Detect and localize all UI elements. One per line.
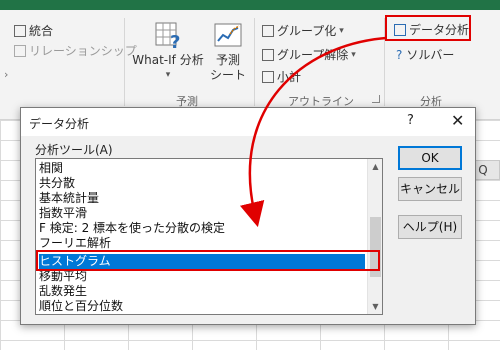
scroll-up-icon[interactable]: ▲ bbox=[368, 159, 382, 174]
forecast-sheet-button[interactable]: 予測 シート bbox=[206, 20, 250, 83]
list-item[interactable]: 基本統計量 bbox=[39, 191, 365, 206]
subtotal-button[interactable]: 小計 bbox=[262, 68, 301, 85]
consolidate-button[interactable]: 統合 bbox=[14, 22, 53, 39]
forecast-sheet-label-1: 予測 bbox=[215, 53, 240, 67]
whatif-dropdown-icon: ▾ bbox=[165, 70, 171, 80]
data-analysis-dialog: データ分析 ? ✕ 分析ツール(A) 相関 共分散 基本統計量 指数平滑 F 検… bbox=[20, 107, 476, 325]
solver-button[interactable]: ? ソルバー bbox=[396, 46, 454, 63]
subtotal-label: 小計 bbox=[277, 70, 302, 84]
list-item[interactable]: 相関 bbox=[39, 161, 365, 176]
ungroup-dropdown-icon: ▾ bbox=[351, 49, 356, 60]
close-icon[interactable]: ✕ bbox=[451, 111, 464, 130]
list-item[interactable]: フーリエ解析 bbox=[39, 236, 365, 251]
histogram-highlight bbox=[36, 250, 380, 271]
analysis-tools-label: 分析ツール(A) bbox=[35, 143, 113, 157]
analysis-tools-list[interactable]: 相関 共分散 基本統計量 指数平滑 F 検定: 2 標本を使った分散の検定 フー… bbox=[35, 158, 383, 315]
ungroup-icon bbox=[262, 48, 274, 61]
group-dropdown-icon: ▾ bbox=[339, 25, 344, 36]
whatif-icon: ? bbox=[152, 20, 184, 53]
svg-text:?: ? bbox=[170, 32, 180, 50]
ungroup-label: グループ解除 bbox=[277, 48, 349, 62]
whatif-analysis-button[interactable]: ? What-If 分析 ▾ bbox=[128, 20, 208, 83]
data-analysis-highlight bbox=[385, 15, 471, 41]
list-item[interactable]: 順位と百分位数 bbox=[39, 299, 365, 314]
dialog-titlebar: データ分析 ? ✕ bbox=[21, 108, 475, 136]
list-item[interactable]: 移動平均 bbox=[39, 269, 365, 284]
list-item[interactable]: 乱数発生 bbox=[39, 284, 365, 299]
relationships-button[interactable]: リレーションシップ bbox=[14, 42, 137, 59]
list-scrollbar[interactable]: ▲ ▼ bbox=[367, 159, 382, 314]
consolidate-label: 統合 bbox=[29, 24, 54, 38]
ribbon-separator bbox=[124, 18, 125, 106]
solver-label: ソルバー bbox=[406, 48, 455, 62]
ribbon-left-chevron-icon: › bbox=[4, 68, 9, 81]
group-label: グループ化 bbox=[277, 24, 337, 38]
solver-icon: ? bbox=[396, 47, 403, 62]
list-item[interactable]: 指数平滑 bbox=[39, 206, 365, 221]
consolidate-icon bbox=[14, 24, 26, 37]
ok-button[interactable]: OK bbox=[398, 146, 462, 170]
ribbon-separator bbox=[254, 18, 255, 106]
help-icon[interactable]: ? bbox=[407, 113, 414, 128]
group-button[interactable]: グループ化 ▾ bbox=[262, 22, 344, 39]
subtotal-icon bbox=[262, 70, 274, 83]
relationships-icon bbox=[14, 44, 26, 57]
group-icon bbox=[262, 24, 274, 37]
dialog-title: データ分析 bbox=[29, 117, 90, 131]
cancel-button[interactable]: キャンセル bbox=[398, 177, 462, 201]
outline-dialog-launcher-icon[interactable] bbox=[372, 95, 380, 103]
ungroup-button[interactable]: グループ解除 ▾ bbox=[262, 46, 356, 63]
whatif-label: What-If 分析 bbox=[132, 53, 204, 67]
scroll-down-icon[interactable]: ▼ bbox=[368, 299, 382, 314]
list-item[interactable]: 共分散 bbox=[39, 176, 365, 191]
forecast-sheet-label-2: シート bbox=[209, 68, 246, 82]
forecast-chart-icon bbox=[212, 20, 244, 50]
list-item[interactable]: F 検定: 2 標本を使った分散の検定 bbox=[39, 221, 365, 236]
help-button[interactable]: ヘルプ(H) bbox=[398, 215, 462, 239]
relationships-label: リレーションシップ bbox=[29, 44, 137, 58]
title-bar bbox=[0, 0, 500, 10]
